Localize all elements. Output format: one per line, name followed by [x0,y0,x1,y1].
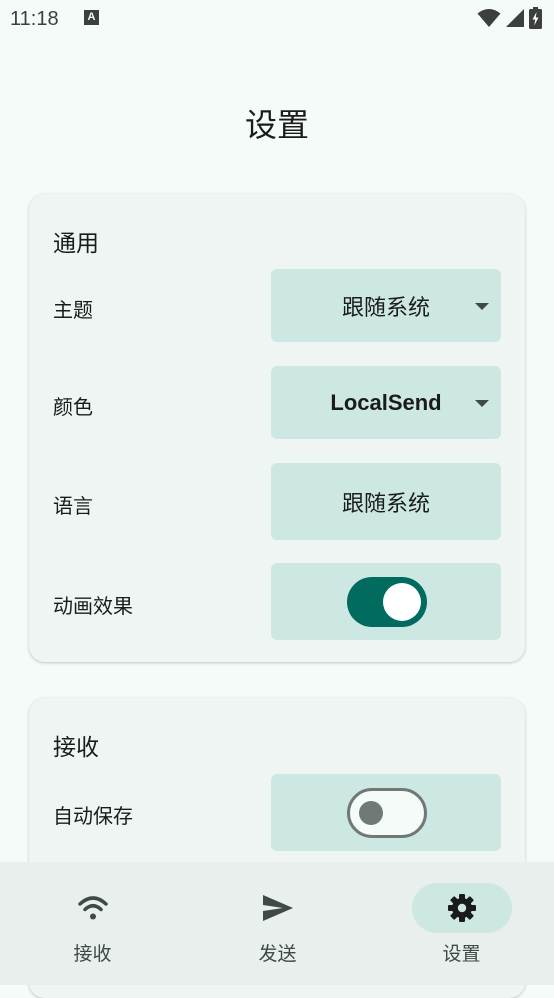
theme-label: 主题 [53,298,93,322]
nav-label-receive: 接收 [73,943,112,965]
battery-icon [529,7,542,29]
toggle-knob [359,800,383,825]
status-time: 11:18 [10,8,59,30]
theme-value: 跟随系统 [341,295,430,321]
chevron-down-icon [475,399,489,407]
nav-item-settings[interactable]: 设置 [369,862,554,985]
color-label: 颜色 [53,395,93,419]
page-title: 设置 [244,106,309,144]
language-value: 跟随系统 [341,491,430,517]
wifi-icon [477,9,501,27]
status-icons [477,7,542,29]
gear-icon [447,894,476,922]
bottom-navigation: 接收 发送 设置 [0,862,554,985]
animations-label: 动画效果 [53,594,133,618]
a-icon: A [84,10,99,25]
section-title-general: 通用 [53,231,99,257]
animations-toggle[interactable] [347,576,427,627]
animations-control [271,563,501,640]
language-label: 语言 [53,494,93,518]
auto-save-toggle[interactable] [347,787,427,838]
color-dropdown[interactable]: LocalSend [271,366,501,439]
language-button[interactable]: 跟随系统 [271,463,501,540]
theme-dropdown[interactable]: 跟随系统 [271,269,501,342]
section-title-receive: 接收 [53,735,99,761]
toggle-knob [383,582,421,621]
nav-item-send[interactable]: 发送 [185,862,370,985]
nav-label-send: 发送 [258,943,297,965]
status-bar: 11:18 A [0,0,554,38]
nav-label-settings: 设置 [442,943,481,965]
chevron-down-icon [475,302,489,310]
signal-icon [506,9,524,27]
auto-save-label: 自动保存 [53,804,133,828]
wifi-icon [77,896,108,920]
color-value: LocalSend [330,389,442,415]
auto-save-control [271,774,501,851]
send-icon [262,895,293,921]
nav-item-receive[interactable]: 接收 [0,862,185,985]
general-settings-card: 通用 主题 跟随系统 颜色 LocalSend 语言 跟随系统 动画效果 [29,194,525,662]
